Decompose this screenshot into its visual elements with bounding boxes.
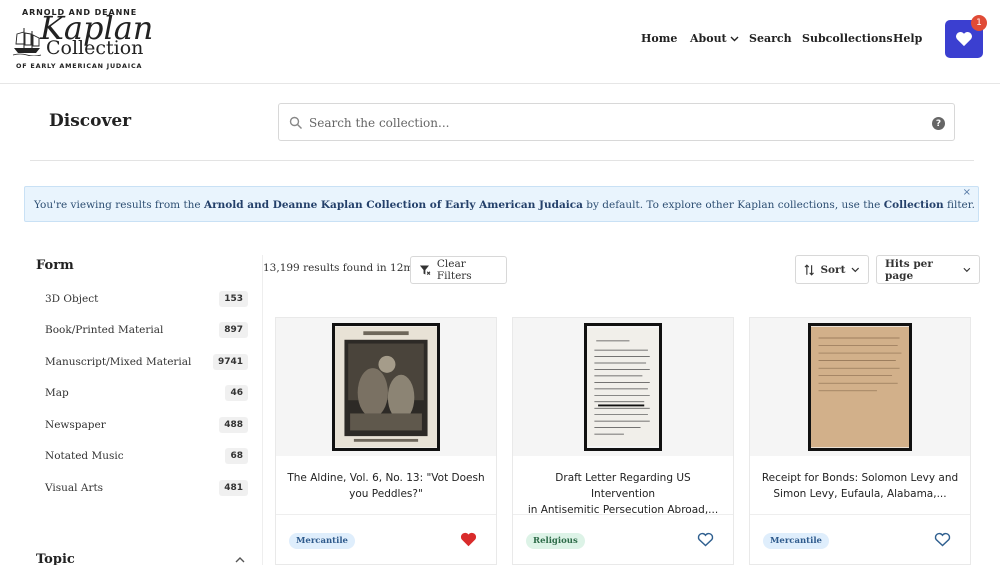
thumbnail-receipt[interactable]	[808, 323, 912, 451]
facet-label: Book/Printed Material	[45, 324, 164, 336]
facet-item-manuscript[interactable]: Manuscript/Mixed Material 9741	[45, 352, 250, 372]
card-title-line-1: The Aldine, Vol. 6, No. 13: "Vot Doesh	[287, 472, 485, 484]
result-card[interactable]: Receipt for Bonds: Solomon Levy and Simon…	[749, 317, 971, 565]
favorites-count-badge: 1	[971, 15, 987, 31]
facet-count: 488	[219, 417, 248, 433]
card-title-line-1: Receipt for Bonds: Solomon Levy and	[761, 472, 959, 484]
tag-badge[interactable]: Mercantile	[289, 533, 355, 549]
facet-item-3d-object[interactable]: 3D Object 153	[45, 289, 250, 309]
facet-count: 153	[219, 291, 248, 307]
card-divider	[750, 514, 970, 515]
facet-count: 46	[225, 385, 248, 401]
sort-icon	[804, 263, 814, 276]
card-title-line-2: Simon Levy, Eufaula, Alabama,...	[773, 488, 947, 500]
facet-item-book-printed[interactable]: Book/Printed Material 897	[45, 320, 250, 340]
search-box[interactable]: ?	[278, 103, 955, 141]
card-image-area[interactable]	[513, 318, 733, 456]
site-logo[interactable]: ARNOLD AND DEANNE Kaplan Collection OF E…	[12, 6, 153, 72]
notice-filter-name: Collection	[883, 199, 944, 211]
heart-outline-icon[interactable]	[934, 532, 951, 547]
card-divider	[513, 514, 733, 515]
facet-count: 68	[225, 448, 248, 464]
facet-item-newspaper[interactable]: Newspaper 488	[45, 415, 250, 435]
facet-label: Map	[45, 387, 69, 399]
help-icon[interactable]: ?	[932, 117, 945, 130]
hits-per-page-label: Hits per page	[885, 257, 933, 282]
logo-collection: Collection	[46, 37, 144, 59]
card-title-line-1: Draft Letter Regarding US Intervention	[555, 472, 691, 500]
logo-line-bottom: OF EARLY AMERICAN JUDAICA	[16, 62, 143, 70]
nav-search[interactable]: Search	[749, 32, 792, 45]
results-summary: 13,199 results found in 12ms	[263, 262, 419, 274]
nav-home[interactable]: Home	[641, 32, 677, 45]
info-notice: You're viewing results from the Arnold a…	[24, 186, 979, 222]
thumbnail-handwritten-letter[interactable]	[584, 323, 662, 451]
heart-outline-icon[interactable]	[697, 532, 714, 547]
search-input[interactable]	[309, 110, 909, 136]
sort-button[interactable]: Sort	[795, 255, 869, 284]
facet-label: Visual Arts	[45, 482, 104, 494]
chevron-up-icon[interactable]	[234, 556, 246, 564]
page-title: Discover	[49, 111, 132, 131]
nav-help[interactable]: Help	[893, 32, 922, 45]
facet-topic-title[interactable]: Topic	[36, 552, 75, 565]
heart-icon	[956, 31, 972, 47]
close-icon[interactable]: ×	[963, 187, 971, 198]
card-title[interactable]: The Aldine, Vol. 6, No. 13: "Vot Doesh yo…	[286, 470, 486, 502]
hits-per-page-dropdown[interactable]: Hits per page	[876, 255, 980, 284]
filter-clear-icon	[419, 265, 431, 275]
ship-logo-icon	[12, 28, 42, 56]
nav-help-label: Help	[893, 32, 923, 45]
nav-home-label: Home	[641, 32, 678, 45]
chevron-down-icon	[730, 36, 739, 41]
thumbnail-engraving[interactable]	[332, 323, 440, 451]
facet-form-title: Form	[36, 258, 74, 273]
notice-collection-name: Arnold and Deanne Kaplan Collection of E…	[203, 199, 583, 211]
divider	[30, 160, 974, 161]
clear-filters-label: Clear Filters	[436, 258, 472, 282]
sort-label: Sort	[820, 263, 846, 276]
nav-search-label: Search	[749, 32, 792, 45]
facet-label: Manuscript/Mixed Material	[45, 356, 192, 368]
facet-count: 9741	[212, 354, 248, 370]
tag-badge[interactable]: Religious	[526, 533, 585, 549]
chevron-down-icon	[851, 267, 860, 272]
facet-label: Notated Music	[45, 450, 124, 462]
facet-item-notated-music[interactable]: Notated Music 68	[45, 446, 250, 466]
site-header: ARNOLD AND DEANNE Kaplan Collection OF E…	[0, 0, 1000, 84]
facet-item-visual-arts[interactable]: Visual Arts 481	[45, 478, 250, 498]
nav-subcollections-label: Subcollections	[802, 32, 893, 45]
facet-count: 897	[219, 322, 248, 338]
card-image-area[interactable]	[750, 318, 970, 456]
tag-badge[interactable]: Mercantile	[763, 533, 829, 549]
card-title[interactable]: Draft Letter Regarding US Intervention in…	[523, 470, 723, 518]
result-card[interactable]: The Aldine, Vol. 6, No. 13: "Vot Doesh yo…	[275, 317, 497, 565]
facet-count: 481	[219, 480, 248, 496]
notice-text-pre: You're viewing results from the	[34, 199, 204, 211]
notice-text-mid: by default. To explore other Kaplan coll…	[582, 199, 884, 211]
notice-text-post: filter.	[943, 199, 975, 211]
facet-label: 3D Object	[45, 293, 99, 305]
nav-about[interactable]: About	[690, 32, 739, 45]
result-card[interactable]: Draft Letter Regarding US Intervention in…	[512, 317, 734, 565]
facet-item-map[interactable]: Map 46	[45, 383, 250, 403]
clear-filters-button[interactable]: Clear Filters	[410, 256, 507, 284]
sidebar-divider	[262, 255, 263, 565]
card-title[interactable]: Receipt for Bonds: Solomon Levy and Simon…	[760, 470, 960, 502]
nav-about-label: About	[690, 32, 727, 45]
nav-subcollections[interactable]: Subcollections	[802, 32, 893, 45]
card-image-area[interactable]	[276, 318, 496, 456]
chevron-down-icon	[963, 267, 971, 272]
search-icon	[289, 116, 302, 129]
card-divider	[276, 514, 496, 515]
facet-label: Newspaper	[45, 419, 106, 431]
card-title-line-2: you Peddles?"	[349, 488, 423, 500]
heart-filled-icon[interactable]	[460, 532, 477, 547]
